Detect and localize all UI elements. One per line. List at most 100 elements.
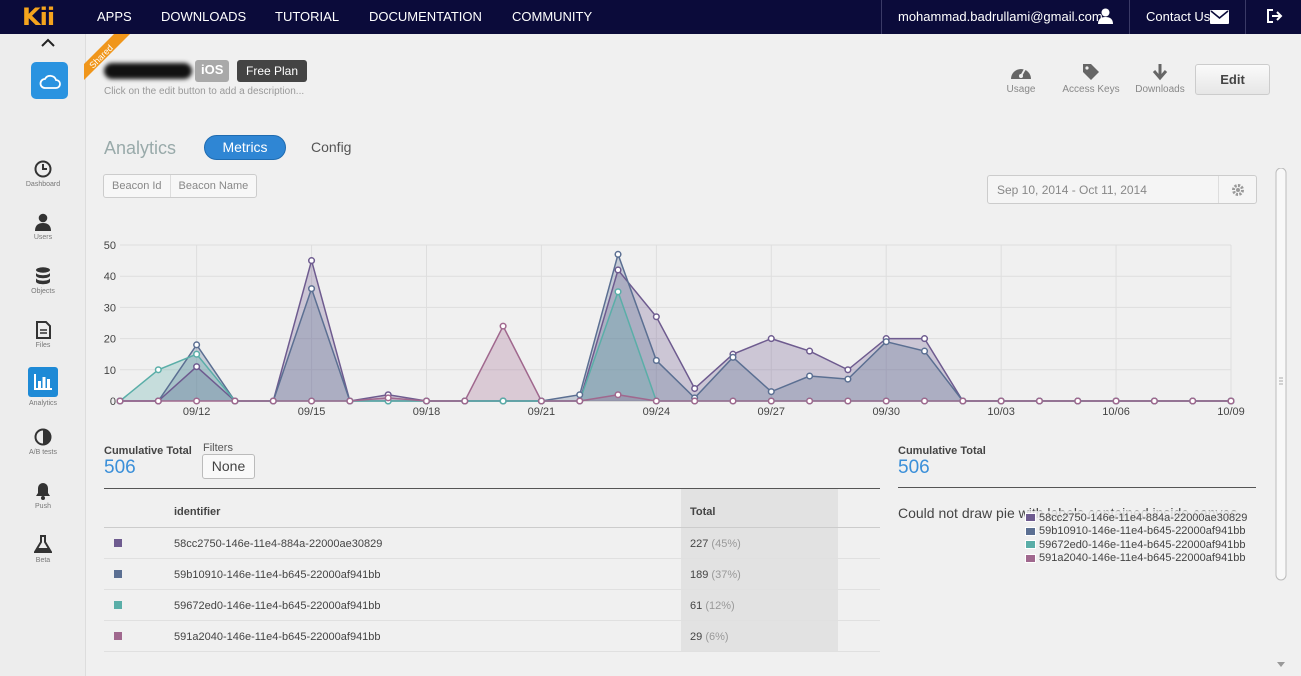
sidebar-item-push[interactable]: Push bbox=[0, 482, 86, 534]
x-tick-label: 10/09 bbox=[1217, 406, 1245, 418]
user-icon[interactable] bbox=[1098, 8, 1113, 24]
total-value: 29 bbox=[690, 631, 703, 643]
sidebar-item-label: Push bbox=[35, 503, 51, 510]
sidebar-item-label: Dashboard bbox=[25, 181, 61, 188]
sidebar-item-users[interactable]: Users bbox=[0, 213, 86, 265]
data-point bbox=[614, 391, 622, 399]
data-point bbox=[614, 250, 622, 258]
logout-icon[interactable] bbox=[1267, 9, 1283, 23]
access-keys-button[interactable]: Access Keys bbox=[1059, 63, 1123, 95]
data-point bbox=[231, 397, 239, 405]
table-row[interactable]: 591a2040-146e-11e4-b645-22000af941bb 29 (… bbox=[104, 621, 880, 652]
envelope-icon[interactable] bbox=[1210, 10, 1229, 24]
x-tick-label: 09/27 bbox=[758, 406, 786, 418]
tab-analytics[interactable]: Analytics bbox=[104, 138, 176, 159]
data-point bbox=[193, 397, 201, 405]
divider bbox=[898, 487, 1256, 488]
data-point bbox=[116, 397, 124, 405]
data-point bbox=[844, 366, 852, 374]
vertical-scrollbar[interactable] bbox=[1273, 168, 1287, 676]
data-point bbox=[193, 350, 201, 358]
date-range-picker[interactable]: Sep 10, 2014 - Oct 11, 2014 bbox=[987, 175, 1257, 204]
sidebar-item-dashboard[interactable]: Dashboard bbox=[0, 160, 86, 212]
account-email[interactable]: mohammad.badrullami@gmail.com bbox=[898, 9, 1103, 24]
sidebar-item-label: Beta bbox=[35, 557, 51, 564]
sidebar-item-ab-tests[interactable]: A/B tests bbox=[0, 428, 86, 480]
data-point bbox=[652, 313, 660, 321]
nav-community[interactable]: COMMUNITY bbox=[512, 9, 592, 24]
data-point bbox=[576, 397, 584, 405]
scrollbar-thumb[interactable] bbox=[1275, 168, 1287, 581]
nav-divider bbox=[1129, 0, 1130, 34]
total-cell: 61 (12%) bbox=[690, 600, 735, 612]
legend-swatch bbox=[1025, 540, 1036, 550]
edit-button[interactable]: Edit bbox=[1195, 64, 1270, 95]
legend-entry: 58cc2750-146e-11e4-884a-22000ae30829 bbox=[1025, 511, 1247, 525]
data-point bbox=[308, 257, 316, 265]
total-percent: (45%) bbox=[711, 538, 741, 550]
data-point bbox=[767, 335, 775, 343]
date-settings-button[interactable] bbox=[1218, 176, 1256, 203]
total-percent: (37%) bbox=[711, 569, 741, 581]
identifier-header[interactable]: identifier bbox=[174, 506, 220, 518]
data-point bbox=[576, 391, 584, 399]
downloads-button[interactable]: Downloads bbox=[1132, 63, 1188, 95]
collapse-chevron-icon[interactable] bbox=[41, 38, 55, 48]
x-tick-label: 09/30 bbox=[872, 406, 900, 418]
usage-label: Usage bbox=[1006, 84, 1036, 95]
plan-badge: Free Plan bbox=[237, 60, 308, 82]
top-nav: Kii APPS DOWNLOADS TUTORIAL DOCUMENTATIO… bbox=[0, 0, 1301, 34]
legend-swatch bbox=[1025, 513, 1036, 523]
total-value: 227 bbox=[690, 538, 709, 550]
gauge-icon bbox=[1011, 68, 1031, 79]
data-point bbox=[691, 397, 699, 405]
data-point bbox=[193, 363, 201, 371]
series-color-swatch bbox=[114, 570, 122, 578]
data-point bbox=[499, 397, 507, 405]
data-point bbox=[269, 397, 277, 405]
total-percent: (12%) bbox=[705, 600, 735, 612]
table-row[interactable]: 59672ed0-146e-11e4-b645-22000af941bb 61 (… bbox=[104, 590, 880, 621]
table-row[interactable]: 58cc2750-146e-11e4-884a-22000ae30829 227 … bbox=[104, 528, 880, 559]
usage-button[interactable]: Usage bbox=[1003, 63, 1039, 95]
scroll-down-icon[interactable] bbox=[1277, 662, 1285, 667]
nav-tutorial[interactable]: TUTORIAL bbox=[275, 9, 339, 24]
identifier-cell: 59b10910-146e-11e4-b645-22000af941bb bbox=[174, 569, 381, 581]
cumulative-total-value: 506 bbox=[898, 457, 930, 478]
filters-dropdown[interactable]: None bbox=[202, 454, 255, 479]
beacon-name-option[interactable]: Beacon Name bbox=[169, 175, 257, 197]
data-point bbox=[652, 397, 660, 405]
half-circle-icon bbox=[34, 428, 52, 446]
data-point bbox=[308, 397, 316, 405]
platform-badge: iOS bbox=[195, 60, 230, 82]
nav-documentation[interactable]: DOCUMENTATION bbox=[369, 9, 482, 24]
cumulative-total-label: Cumulative Total bbox=[898, 445, 986, 457]
metrics-area-chart: 0 10 20 30 40 50 09/12 09/15 09/18 09/21 09/24 09/2… bbox=[104, 240, 1245, 418]
user-icon bbox=[35, 213, 51, 231]
nav-apps[interactable]: APPS bbox=[97, 9, 132, 24]
app-icon[interactable] bbox=[31, 62, 68, 99]
y-tick-label: 40 bbox=[104, 271, 116, 283]
data-point bbox=[193, 341, 201, 349]
sidebar-item-beta[interactable]: Beta bbox=[0, 535, 86, 587]
sidebar-item-files[interactable]: Files bbox=[0, 321, 86, 373]
table-row[interactable]: 59b10910-146e-11e4-b645-22000af941bb 189 … bbox=[104, 559, 880, 590]
sidebar-item-analytics[interactable]: Analytics bbox=[0, 367, 86, 419]
y-tick-label: 50 bbox=[104, 240, 116, 252]
sidebar-item-label: Objects bbox=[31, 288, 55, 295]
identifier-cell: 59672ed0-146e-11e4-b645-22000af941bb bbox=[174, 600, 381, 612]
beacon-id-option[interactable]: Beacon Id bbox=[104, 175, 170, 197]
kii-logo[interactable]: Kii bbox=[22, 3, 55, 31]
nav-downloads[interactable]: DOWNLOADS bbox=[161, 9, 246, 24]
total-value: 189 bbox=[690, 569, 709, 581]
tab-metrics[interactable]: Metrics bbox=[204, 135, 286, 160]
tab-config[interactable]: Config bbox=[311, 139, 351, 155]
total-header[interactable]: Total bbox=[690, 506, 715, 518]
identifier-table: identifier Total 58cc2750-146e-11e4-884a… bbox=[104, 488, 880, 652]
y-tick-label: 0 bbox=[110, 396, 116, 408]
data-point bbox=[1227, 397, 1235, 405]
app-description[interactable]: Click on the edit button to add a descri… bbox=[104, 86, 304, 97]
contact-us-link[interactable]: Contact Us bbox=[1146, 9, 1210, 24]
y-tick-label: 30 bbox=[104, 302, 116, 314]
sidebar-item-objects[interactable]: Objects bbox=[0, 267, 86, 319]
